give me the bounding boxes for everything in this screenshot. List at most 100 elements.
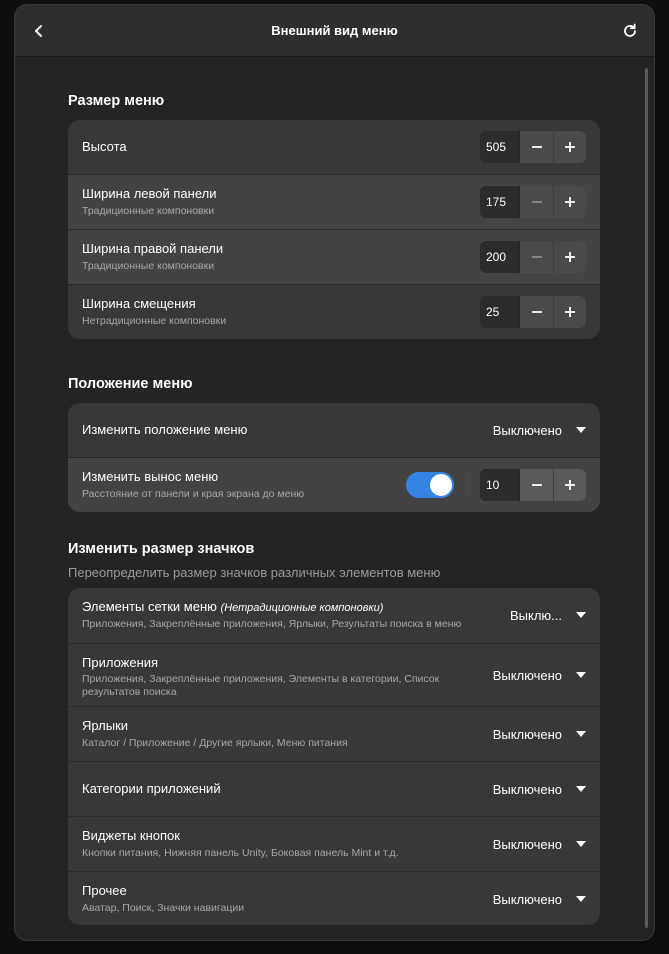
icon-size-group-title: Изменить размер значков	[68, 541, 255, 557]
decrement-button[interactable]	[520, 296, 553, 328]
left-panel-width-spinbutton: 175	[480, 186, 586, 218]
shortcuts-row[interactable]: Ярлыки Каталог / Приложение / Другие ярл…	[68, 706, 600, 761]
decrement-button[interactable]	[520, 241, 553, 273]
plus-icon	[565, 142, 575, 152]
minus-icon	[531, 311, 542, 313]
icon-size-group-description: Переопределить размер значков различных …	[68, 565, 441, 580]
minus-icon	[531, 484, 542, 486]
row-title: Ярлыки	[82, 718, 129, 733]
button-widgets-row[interactable]: Виджеты кнопок Кнопки питания, Нижняя па…	[68, 816, 600, 871]
plus-icon	[565, 197, 575, 207]
switch-knob	[430, 474, 452, 496]
dropdown-value: Выключено	[492, 422, 562, 438]
increment-button[interactable]	[553, 186, 586, 218]
right-panel-width-spinbutton: 200	[480, 241, 586, 273]
page-title: Внешний вид меню	[271, 23, 398, 38]
dropdown-value: Выключено	[492, 891, 562, 907]
dropdown-value: Выклю...	[509, 607, 562, 623]
row-subtitle: Приложения, Закреплённые приложения, Ярл…	[82, 618, 462, 630]
row-subtitle: Кнопки питания, Нижняя панель Unity, Бок…	[82, 847, 399, 859]
decrement-button[interactable]	[520, 131, 553, 163]
row-subtitle: Нетрадиционные компоновки	[82, 315, 227, 327]
app-categories-row[interactable]: Категории приложений Выключено	[68, 761, 600, 816]
grid-items-row[interactable]: Элементы сетки меню (Нетрадиционные комп…	[68, 588, 600, 643]
row-title: Высота	[82, 139, 127, 154]
back-button[interactable]	[25, 17, 53, 45]
refresh-icon	[624, 23, 636, 37]
shortcuts-dropdown[interactable]: Выключено	[493, 718, 586, 750]
spin-value[interactable]: 10	[480, 469, 520, 501]
chevron-down-icon	[576, 427, 586, 433]
row-subtitle: Каталог / Приложение / Другие ярлыки, Ме…	[82, 737, 348, 749]
minus-icon	[531, 146, 542, 148]
row-title-text: Элементы сетки меню	[82, 599, 217, 614]
dropdown-value: Выключено	[492, 726, 562, 742]
right-panel-width-row: Ширина правой панели Традиционные компон…	[68, 229, 600, 284]
icon-size-card: Элементы сетки меню (Нетрадиционные комп…	[68, 588, 600, 925]
preferences-content: Размер меню Высота 505 Ширина левой пане…	[15, 58, 654, 940]
row-subtitle: Традиционные компоновки	[82, 205, 215, 217]
offset-width-row: Ширина смещения Нетрадиционные компоновк…	[68, 284, 600, 339]
chevron-down-icon	[576, 612, 586, 618]
minus-icon	[531, 256, 542, 258]
plus-icon	[565, 480, 575, 490]
row-title: Ширина правой панели	[82, 241, 224, 256]
row-title: Категории приложений	[82, 781, 221, 796]
chevron-left-icon	[35, 25, 42, 37]
grid-items-dropdown[interactable]: Выклю...	[510, 599, 586, 631]
spin-value[interactable]: 505	[480, 131, 520, 163]
increment-button[interactable]	[553, 296, 586, 328]
dropdown-value: Выключено	[492, 836, 562, 852]
refresh-button[interactable]	[616, 17, 644, 45]
height-spinbutton: 505	[480, 131, 586, 163]
misc-dropdown[interactable]: Выключено	[493, 883, 586, 915]
row-title: Изменить вынос меню	[82, 469, 219, 484]
chevron-down-icon	[576, 896, 586, 902]
dropdown-value: Выключено	[492, 781, 562, 797]
row-subtitle: Традиционные компоновки	[82, 260, 215, 272]
applications-row[interactable]: Приложения Приложения, Закреплённые прил…	[68, 643, 600, 706]
row-title: Прочее	[82, 883, 127, 898]
height-row: Высота 505	[68, 120, 600, 174]
plus-icon	[565, 307, 575, 317]
decrement-button[interactable]	[520, 186, 553, 218]
menu-offset-row: Изменить вынос меню Расстояние от панели…	[68, 457, 600, 512]
row-title: Ширина левой панели	[82, 186, 217, 201]
row-subtitle: Аватар, Поиск, Значки навигации	[82, 902, 245, 914]
menu-offset-switch[interactable]	[406, 472, 454, 498]
spin-value[interactable]: 200	[480, 241, 520, 273]
button-widgets-dropdown[interactable]: Выключено	[493, 828, 586, 860]
menu-position-row[interactable]: Изменить положение меню Выключено	[68, 403, 600, 457]
chevron-down-icon	[576, 731, 586, 737]
header-bar: Внешний вид меню	[15, 5, 654, 57]
left-panel-width-row: Ширина левой панели Традиционные компоно…	[68, 174, 600, 229]
misc-row[interactable]: Прочее Аватар, Поиск, Значки навигации В…	[68, 871, 600, 925]
plus-icon	[565, 252, 575, 262]
separator	[467, 470, 468, 500]
chevron-down-icon	[576, 786, 586, 792]
row-subtitle: Расстояние от панели и края экрана до ме…	[82, 488, 305, 500]
offset-width-spinbutton: 25	[480, 296, 586, 328]
row-subtitle: Приложения, Закреплённые приложения, Эле…	[82, 673, 440, 698]
menu-position-group-title: Положение меню	[68, 376, 193, 392]
app-categories-dropdown[interactable]: Выключено	[493, 773, 586, 805]
minus-icon	[531, 201, 542, 203]
menu-size-group-title: Размер меню	[68, 93, 165, 109]
menu-size-card: Высота 505 Ширина левой панели Традицион…	[68, 120, 600, 339]
row-title: Приложения	[82, 655, 159, 670]
increment-button[interactable]	[553, 131, 586, 163]
scrollbar[interactable]	[645, 68, 648, 928]
applications-dropdown[interactable]: Выключено	[493, 659, 586, 691]
increment-button[interactable]	[553, 469, 586, 501]
row-title: Ширина смещения	[82, 296, 196, 311]
row-title: Изменить положение меню	[82, 422, 248, 437]
menu-position-dropdown[interactable]: Выключено	[493, 414, 586, 446]
spin-value[interactable]: 175	[480, 186, 520, 218]
row-title: Элементы сетки меню (Нетрадиционные комп…	[82, 599, 383, 614]
chevron-down-icon	[576, 841, 586, 847]
increment-button[interactable]	[553, 241, 586, 273]
row-title-note: (Нетрадиционные компоновки)	[220, 602, 384, 614]
spin-value[interactable]: 25	[480, 296, 520, 328]
row-title: Виджеты кнопок	[82, 828, 180, 843]
decrement-button[interactable]	[520, 469, 553, 501]
